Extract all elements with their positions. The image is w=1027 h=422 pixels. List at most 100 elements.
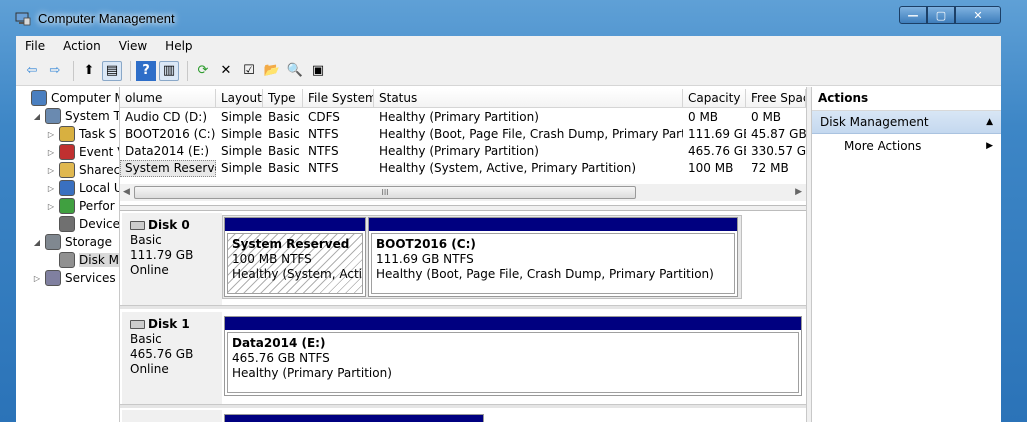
column-header[interactable]: File System [303,89,374,108]
tree-item-label: Device [79,217,120,231]
menu-action[interactable]: Action [54,36,110,56]
scrollbar-thumb[interactable]: III [134,186,636,199]
show-hide-action-pane-icon[interactable]: ▥ [159,60,179,81]
refresh-icon[interactable]: ⟳ [193,61,213,81]
table-cell: Simple [221,127,262,141]
expander-icon[interactable]: ▷ [46,184,56,193]
minimize-button[interactable]: — [899,6,927,24]
computer-icon [31,90,47,106]
table-cell: CDFS [308,110,340,124]
close-button[interactable]: ✕ [955,6,1001,24]
expander-icon[interactable]: ◢ [32,238,42,247]
partition-block[interactable]: Data2014 (E:) 465.76 GB NTFS Healthy (Prim… [224,316,802,396]
column-header[interactable]: olume [120,89,216,108]
table-cell: NTFS [308,127,339,141]
disk-name-text: Disk 0 [148,218,190,232]
search-icon[interactable]: 🔍 [285,61,305,81]
disk-label[interactable]: Disk 1 Basic 465.76 GB Online [122,312,222,404]
partition-header-bar [225,317,801,330]
table-row[interactable]: Data2014 (E:) Simple Basic NTFS Healthy (Pri… [120,143,806,160]
scroll-left-icon[interactable]: ◀ [123,187,130,197]
partition-block[interactable]: System Reserved 100 MB NTFS Healthy (Syste… [224,217,366,297]
show-hide-tree-icon[interactable]: ▤ [102,60,122,81]
partition-block[interactable]: BOOT2016 (C:) 111.69 GB NTFS Healthy (Boot… [368,217,738,297]
menu-file[interactable]: File [16,36,54,56]
back-arrow-icon[interactable]: ⇦ [22,61,42,81]
table-cell: Basic [268,144,300,158]
tree-item[interactable]: ◢ System To [32,107,119,125]
tree-item[interactable]: Computer Ma [18,89,119,107]
column-header[interactable]: Capacity [683,89,746,108]
settings-icon[interactable]: ▣ [308,61,328,81]
disk-name-text: Disk 1 [148,317,190,331]
disk-label[interactable] [122,410,222,422]
toolbar-separator [187,60,188,81]
horizontal-scrollbar[interactable]: ◀ III ▶ [120,184,806,201]
disk-size: 111.79 GB [130,248,194,262]
disk-type: Basic [130,233,162,247]
services-icon [45,270,61,286]
partition-block[interactable] [224,414,484,422]
help-icon[interactable]: ? [136,60,156,81]
table-row[interactable]: Audio CD (D:) Simple Basic CDFS Healthy (Pri… [120,109,806,126]
properties-icon[interactable]: ☑ [239,61,259,81]
table-cell: Audio CD (D:) [125,110,208,124]
expander-icon[interactable]: ▷ [46,166,56,175]
expander-icon[interactable]: ▷ [46,202,56,211]
actions-section-disk-management[interactable]: Disk Management ▲ [812,111,1001,134]
disk-label[interactable]: Disk 0 Basic 111.79 GB Online [122,213,222,305]
computer-management-icon [15,12,31,26]
performance-icon [59,198,75,214]
title-bar[interactable]: Computer Management — ▢ ✕ [0,0,1027,36]
table-row[interactable]: System Reserved Simple Basic NTFS Healthy (S… [120,160,806,177]
tree-item[interactable]: ▷ Services an [32,269,119,287]
table-cell: 0 MB [751,110,782,124]
actions-section-label: Disk Management [820,115,929,129]
maximize-button[interactable]: ▢ [927,6,955,24]
actions-header: Actions [812,87,1001,111]
storage-icon [45,234,61,250]
tree-item[interactable]: ▷ Perfor [46,197,115,215]
console-tree: Computer Ma ◢ System To ▷ Task S ▷ Event V ▷ Sha… [16,87,120,422]
partition-status: Healthy (Boot, Page File, Crash Dump, Pr… [376,267,714,281]
tree-item[interactable]: ▷ Local U [46,179,119,197]
table-cell: Basic [268,161,300,175]
tree-item[interactable]: Disk M [46,251,119,269]
partition-body: BOOT2016 (C:) 111.69 GB NTFS Healthy (Boot… [371,233,735,294]
delete-icon[interactable]: ✕ [216,61,236,81]
forward-arrow-icon[interactable]: ⇨ [45,61,65,81]
table-row[interactable]: BOOT2016 (C:) Simple Basic NTFS Healthy (Boo… [120,126,806,143]
table-cell: 72 MB [751,161,789,175]
table-cell: Simple [221,144,262,158]
expander-icon[interactable]: ◢ [32,112,42,121]
tree-item[interactable]: ▷ Event V [46,143,119,161]
open-folder-icon[interactable]: 📂 [262,61,282,81]
partition-header-bar [225,415,483,422]
tree-item[interactable]: ◢ Storage [32,233,112,251]
table-cell: BOOT2016 (C:) [125,127,216,141]
menu-help[interactable]: Help [156,36,201,56]
expander-icon[interactable]: ▷ [46,148,56,157]
partition-body: Data2014 (E:) 465.76 GB NTFS Healthy (Prim… [227,332,799,393]
column-header[interactable]: Type [263,89,303,108]
table-cell: Healthy (Primary Partition) [379,110,539,124]
tree-item-label: Sharec [79,163,120,177]
column-header[interactable]: Free Space [746,89,806,108]
tree-item[interactable]: Device [46,215,120,233]
expander-icon[interactable]: ▷ [32,274,42,283]
scroll-right-icon[interactable]: ▶ [795,187,802,197]
toolbar-separator [73,60,74,81]
tree-item-label: Computer Ma [51,91,119,105]
menu-view[interactable]: View [110,36,156,56]
table-cell: 100 MB [688,161,734,175]
tree-item[interactable]: ▷ Sharec [46,161,120,179]
expander-icon[interactable]: ▷ [46,130,56,139]
action-more-actions[interactable]: More Actions ▶ [812,134,1001,158]
column-header[interactable]: Status [374,89,683,108]
disk-separator [120,404,806,408]
disk-icon [130,320,145,329]
up-folder-icon[interactable]: ⬆ [79,61,99,81]
collapse-caret-icon[interactable]: ▲ [986,111,993,133]
column-header[interactable]: Layout [216,89,263,108]
tree-item[interactable]: ▷ Task S [46,125,116,143]
